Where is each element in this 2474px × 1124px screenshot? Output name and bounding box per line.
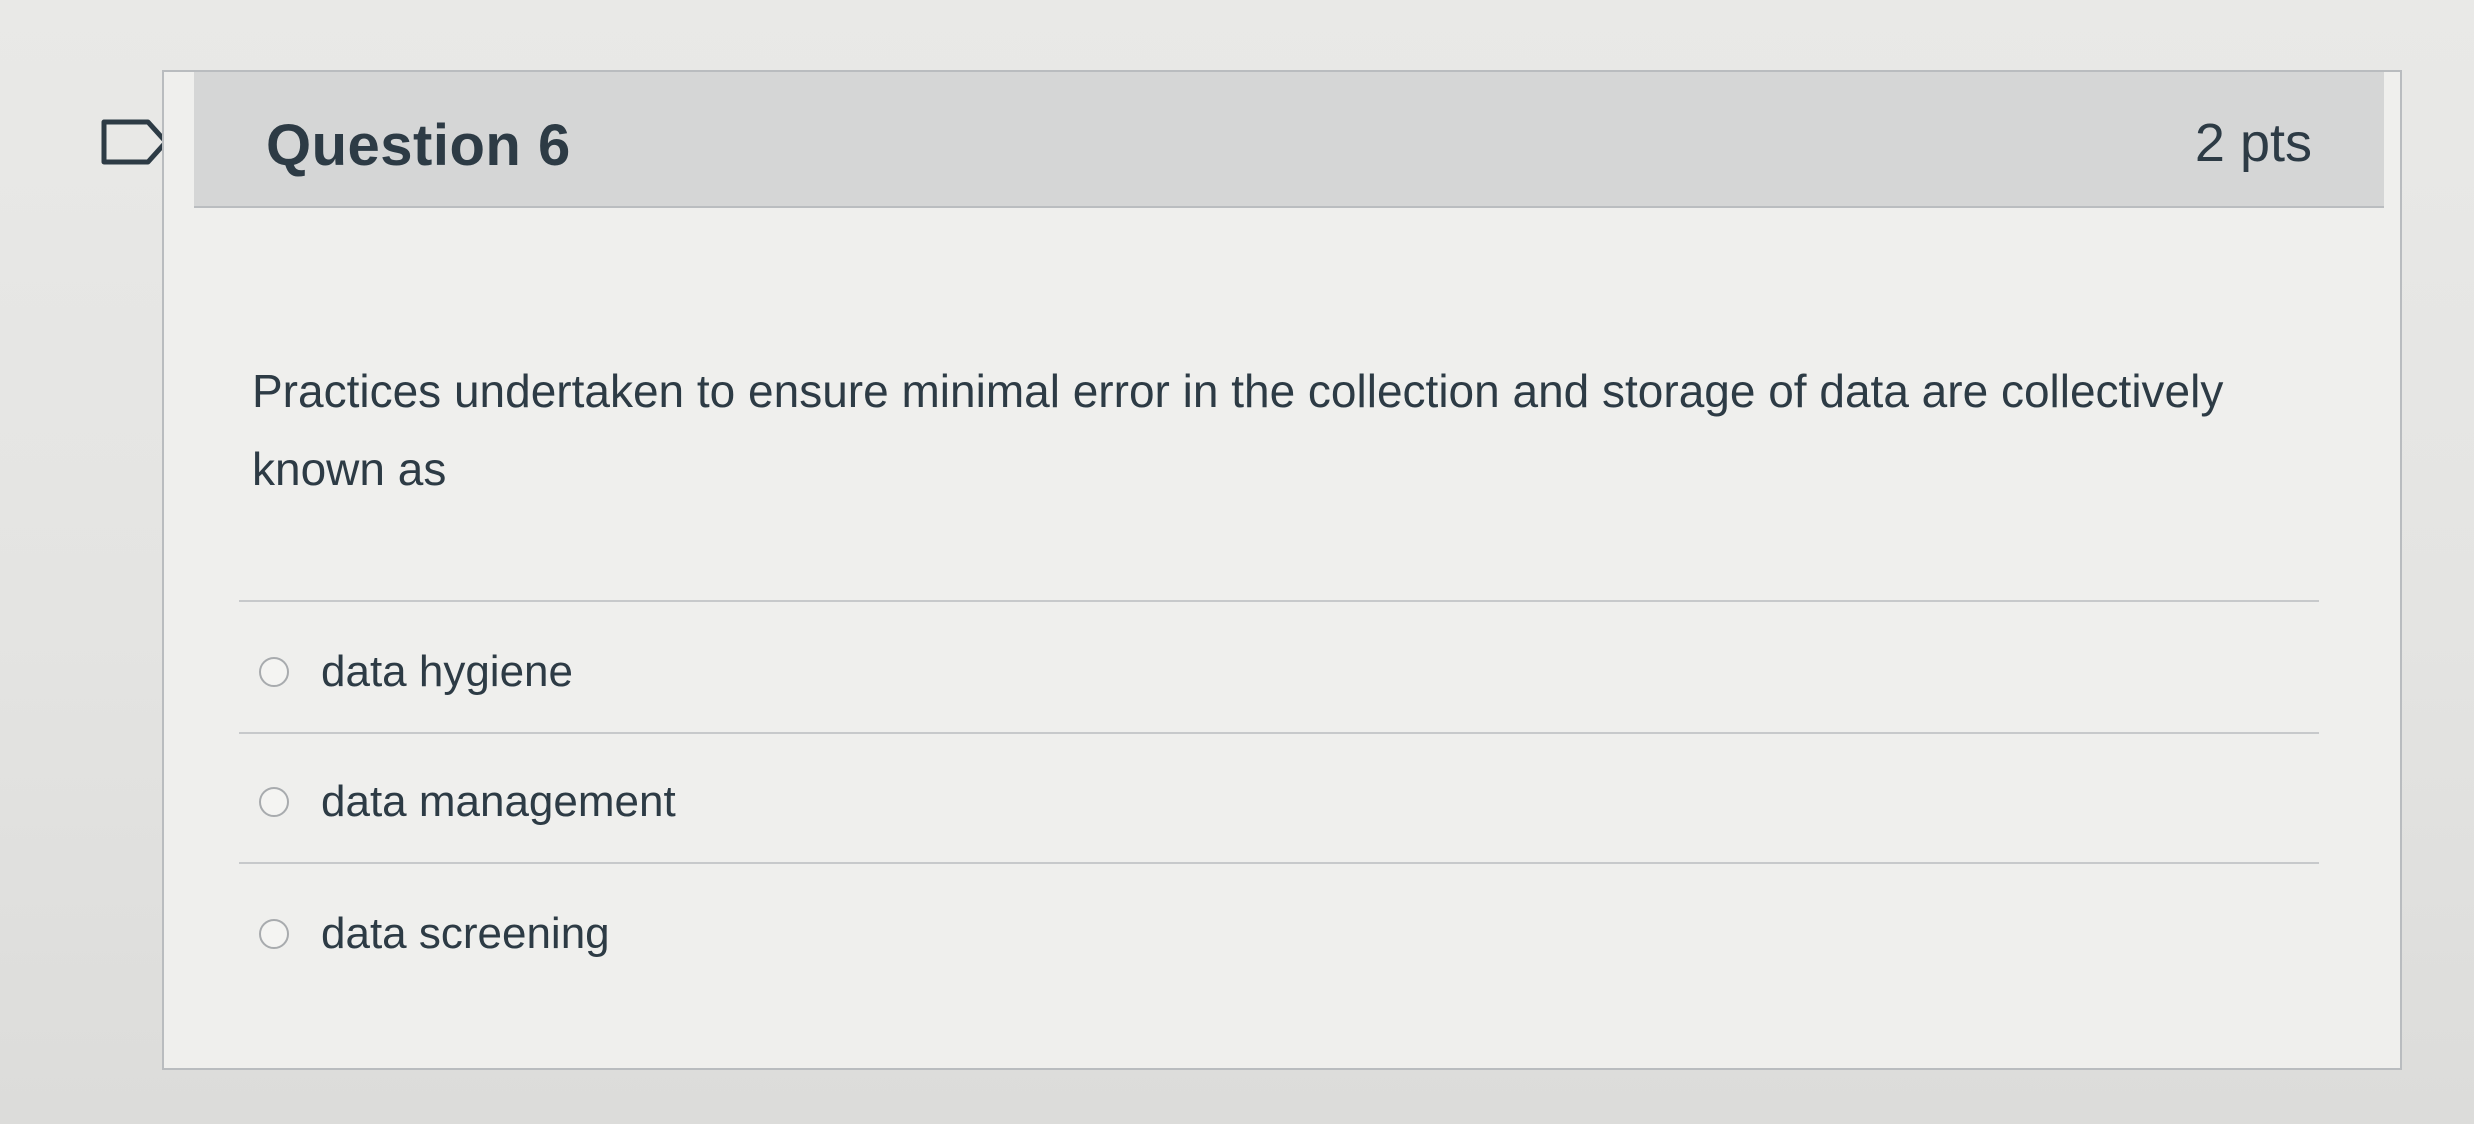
answer-divider bbox=[239, 600, 2319, 602]
answer-option[interactable]: data screening bbox=[259, 894, 610, 974]
answer-option[interactable]: data management bbox=[259, 762, 676, 842]
answer-option[interactable]: data hygiene bbox=[259, 632, 573, 712]
answer-divider bbox=[239, 862, 2319, 864]
radio-unchecked-icon[interactable] bbox=[259, 919, 289, 949]
question-title: Question 6 bbox=[266, 113, 571, 178]
question-header: Question 6 2 pts bbox=[194, 72, 2384, 208]
question-points: 2 pts bbox=[2194, 113, 2312, 173]
flag-question-icon[interactable] bbox=[100, 118, 170, 166]
answer-divider bbox=[239, 732, 2319, 734]
answer-label[interactable]: data hygiene bbox=[321, 647, 573, 697]
question-text: Practices undertaken to ensure minimal e… bbox=[252, 365, 2224, 495]
question-card: Question 6 2 pts Practices undertaken to… bbox=[162, 70, 2402, 1070]
answer-label[interactable]: data screening bbox=[321, 909, 610, 959]
radio-unchecked-icon[interactable] bbox=[259, 657, 289, 687]
radio-unchecked-icon[interactable] bbox=[259, 787, 289, 817]
answer-label[interactable]: data management bbox=[321, 777, 676, 827]
